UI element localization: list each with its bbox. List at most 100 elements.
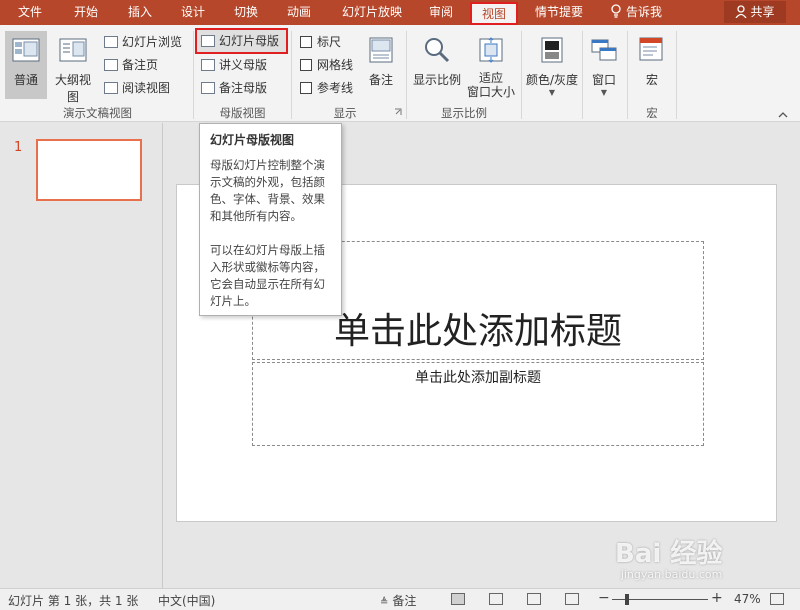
slide-master-icon <box>201 35 215 47</box>
outline-view-label: 大纲视图 <box>54 73 91 104</box>
window-button[interactable]: 窗口 ▼ <box>586 31 622 101</box>
share-button[interactable]: 共享 <box>724 1 786 23</box>
ribbon-tab-bar: 文件 开始 插入 设计 切换 动画 幻灯片放映 审阅 视图 情节提要 告诉我 共… <box>0 0 800 25</box>
notes-button[interactable]: 备注 <box>362 31 400 99</box>
slide-show-status-icon[interactable] <box>565 593 579 605</box>
notes-page-icon <box>104 59 118 71</box>
handout-master-icon <box>201 59 215 71</box>
tab-transitions[interactable]: 切换 <box>224 0 268 25</box>
tell-me-label: 告诉我 <box>626 5 663 19</box>
tab-insert[interactable]: 插入 <box>118 0 162 25</box>
fit-slide-icon[interactable] <box>770 593 784 605</box>
baidu-watermark: Bai 经验 jingyan.baidu.com <box>615 533 722 581</box>
macros-icon <box>639 37 663 61</box>
group-separator <box>193 31 194 119</box>
watermark-main: Bai 经验 <box>615 539 723 569</box>
fit-window-icon <box>479 37 503 63</box>
zoom-in-icon[interactable]: + <box>711 590 723 606</box>
dialog-launcher-icon[interactable] <box>394 108 402 116</box>
tooltip-paragraph: 可以在幻灯片母版上插入形状或徽标等内容，它会自动显示在所有幻灯片上。 <box>210 243 325 308</box>
notes-page-button[interactable]: 备注页 <box>104 55 158 75</box>
tooltip-title: 幻灯片母版视图 <box>210 133 295 147</box>
share-label: 共享 <box>750 5 775 19</box>
group-label-master-views: 母版视图 <box>219 106 266 120</box>
dropdown-arrow-icon: ▼ <box>600 88 608 97</box>
ruler-label: 标尺 <box>317 35 342 49</box>
slide-sorter-status-icon[interactable] <box>489 593 503 605</box>
outline-view-button[interactable]: 大纲视图 <box>50 31 96 104</box>
group-separator <box>627 31 628 119</box>
group-label-zoom: 显示比例 <box>441 106 487 120</box>
slide-thumbnail[interactable] <box>36 139 142 201</box>
notes-icon <box>369 37 393 63</box>
slide-sorter-button[interactable]: 幻灯片浏览 <box>104 32 182 52</box>
notes-label: 备注 <box>368 73 393 87</box>
checkbox-icon <box>300 36 312 48</box>
checkbox-icon <box>300 59 312 71</box>
reading-view-label: 阅读视图 <box>122 81 171 95</box>
tab-review[interactable]: 审阅 <box>419 0 463 25</box>
slide-master-button[interactable]: 幻灯片母版 <box>195 28 288 54</box>
tab-home[interactable]: 开始 <box>64 0 108 25</box>
group-separator <box>676 31 677 119</box>
slide-thumbnail-pane: 1 <box>0 123 163 588</box>
gridlines-label: 网格线 <box>317 58 354 72</box>
subtitle-placeholder-text: 单击此处添加副标题 <box>415 370 541 386</box>
tell-me-search[interactable]: 告诉我 <box>610 0 662 25</box>
normal-view-status-icon[interactable] <box>451 593 465 605</box>
lightbulb-icon <box>611 4 621 18</box>
macros-label: 宏 <box>645 73 658 87</box>
fit-window-label-line1: 适应 <box>478 71 503 85</box>
fit-to-window-button[interactable]: 适应 窗口大小 <box>464 31 518 101</box>
zoom-button[interactable]: 显示比例 <box>410 31 464 99</box>
group-separator <box>582 31 583 119</box>
window-label: 窗口 <box>591 73 616 87</box>
macros-button[interactable]: 宏 <box>632 31 672 99</box>
color-grayscale-label: 颜色/灰度 <box>525 73 579 87</box>
tab-slide-show[interactable]: 幻灯片放映 <box>333 0 411 25</box>
tab-storyboard[interactable]: 情节提要 <box>527 0 591 25</box>
handout-master-button[interactable]: 讲义母版 <box>201 55 267 75</box>
tab-design[interactable]: 设计 <box>171 0 215 25</box>
ribbon-view: 普通 大纲视图 幻灯片浏览 备注页 阅读视图 演示文稿视图 幻灯片母版 讲义母版… <box>0 25 800 122</box>
reading-view-button[interactable]: 阅读视图 <box>104 78 170 98</box>
slide-master-tooltip: 幻灯片母版视图 母版幻灯片控制整个演示文稿的外观，包括颜色、字体、背景、效果和其… <box>199 123 342 316</box>
zoom-level[interactable]: 47% <box>734 592 761 606</box>
group-separator <box>521 31 522 119</box>
color-grayscale-button[interactable]: 颜色/灰度 ▼ <box>524 31 580 101</box>
outline-view-icon <box>59 38 87 62</box>
slide-count-status: 幻灯片 第 1 张，共 1 张 <box>8 594 139 608</box>
tab-file[interactable]: 文件 <box>8 0 52 25</box>
notes-master-icon <box>201 82 215 94</box>
language-status[interactable]: 中文(中国) <box>158 592 215 609</box>
person-icon <box>735 5 748 19</box>
group-separator <box>291 31 292 119</box>
notes-master-label: 备注母版 <box>219 81 268 95</box>
subtitle-placeholder[interactable]: 单击此处添加副标题 <box>252 362 704 446</box>
normal-view-icon <box>12 38 40 62</box>
zoom-label: 显示比例 <box>412 73 461 87</box>
group-label-presentation-views: 演示文稿视图 <box>63 106 132 120</box>
zoom-slider-thumb[interactable] <box>625 594 629 605</box>
reading-view-status-icon[interactable] <box>527 593 541 605</box>
notes-master-button[interactable]: 备注母版 <box>201 78 267 98</box>
zoom-out-icon[interactable]: − <box>598 590 610 606</box>
ruler-checkbox[interactable]: 标尺 <box>300 32 341 52</box>
notes-status-label: 备注 <box>392 594 417 608</box>
slide-number: 1 <box>14 140 23 155</box>
group-separator <box>406 31 407 119</box>
gridlines-checkbox[interactable]: 网格线 <box>300 55 353 75</box>
guides-checkbox[interactable]: 参考线 <box>300 78 353 98</box>
tab-animations[interactable]: 动画 <box>277 0 321 25</box>
tooltip-paragraph: 母版幻灯片控制整个演示文稿的外观，包括颜色、字体、背景、效果和其他所有内容。 <box>210 158 325 223</box>
normal-view-button[interactable]: 普通 <box>5 31 47 99</box>
status-bar: 幻灯片 第 1 张，共 1 张 中文(中国) ≜ 备注 − + 47% <box>0 588 800 610</box>
notes-toggle-icon: ≜ <box>380 597 389 608</box>
reading-view-icon <box>104 82 118 94</box>
tab-view[interactable]: 视图 <box>470 2 518 25</box>
magnifier-icon <box>425 38 450 63</box>
collapse-ribbon-icon[interactable] <box>778 111 788 118</box>
window-icon <box>591 39 617 61</box>
checkbox-icon <box>300 82 312 94</box>
notes-status-button[interactable]: ≜ 备注 <box>380 592 416 609</box>
